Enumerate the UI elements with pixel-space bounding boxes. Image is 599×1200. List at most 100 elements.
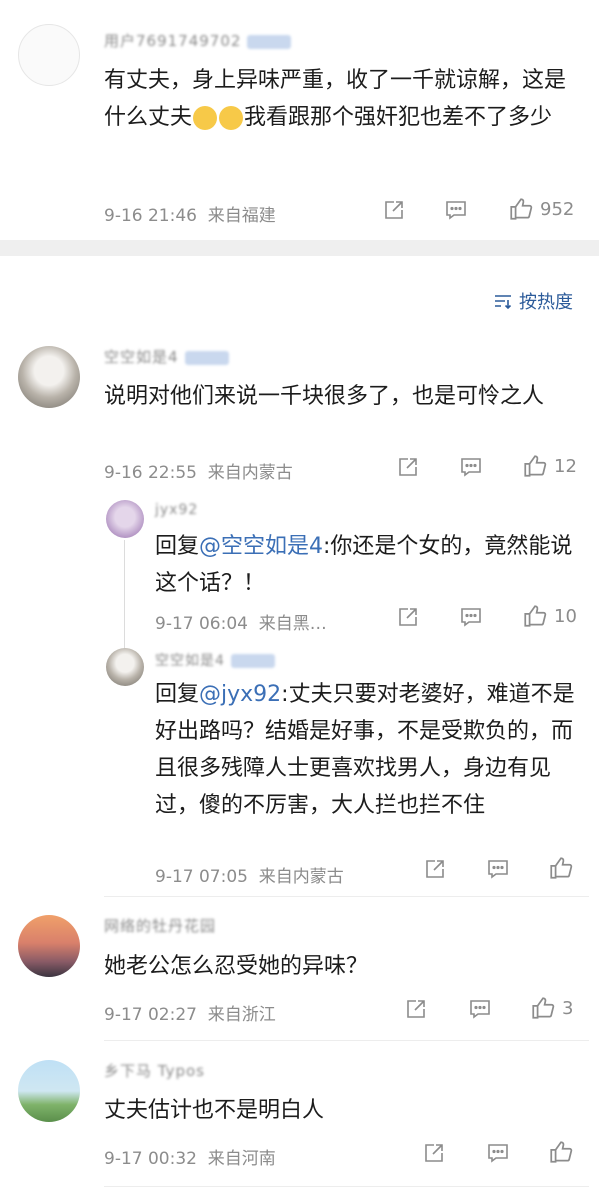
share-button[interactable] — [396, 455, 420, 479]
username-text: jyx92 — [155, 502, 199, 518]
thumbs-up-icon — [550, 1141, 573, 1163]
timestamp: 9-17 07:05 — [155, 867, 248, 887]
comment-icon — [470, 1000, 490, 1019]
location: 来自河南 — [207, 1149, 276, 1169]
like-count: 3 — [562, 997, 574, 1019]
location: 来自内蒙古 — [258, 867, 344, 887]
share-icon — [426, 860, 444, 878]
comment-separator — [104, 1186, 589, 1187]
share-icon — [385, 201, 403, 219]
timestamp: 9-16 22:55 — [104, 463, 197, 483]
avatar[interactable] — [106, 648, 144, 686]
like-button[interactable] — [548, 1139, 580, 1165]
like-button[interactable] — [548, 855, 580, 881]
timestamp: 9-16 21:46 — [104, 206, 197, 226]
share-icon — [407, 1000, 425, 1018]
thumbs-up-icon — [510, 198, 533, 220]
user-badge — [230, 654, 275, 668]
share-icon — [399, 458, 417, 476]
comment-text: 她老公怎么忍受她的异味？ — [104, 954, 369, 979]
comment-separator — [104, 1040, 589, 1041]
sort-label: 按热度 — [519, 292, 573, 313]
username[interactable]: 乡下马 Typos — [104, 1060, 205, 1081]
like-button[interactable]: 952 — [508, 196, 574, 222]
timestamp: 9-17 06:04 — [155, 614, 248, 634]
user-badge — [247, 34, 292, 49]
like-button[interactable]: 12 — [522, 453, 577, 479]
avatar[interactable] — [18, 915, 80, 977]
comment-button[interactable] — [444, 198, 468, 222]
user-badge — [184, 350, 229, 365]
share-button[interactable] — [422, 1141, 446, 1165]
like-button[interactable]: 10 — [522, 603, 577, 629]
location: 来自黑… — [258, 614, 327, 634]
reply-text: 回复@空空如是4:你还是个女的，竟然能说这个话？！ — [155, 528, 575, 602]
username-text: 空空如是4 — [104, 348, 179, 366]
comment-icon — [488, 860, 508, 879]
avatar[interactable] — [18, 1060, 80, 1122]
share-button[interactable] — [423, 857, 447, 881]
username-text: 网络的牡丹花园 — [104, 917, 217, 935]
mention-link[interactable]: @jyx92 — [199, 682, 281, 707]
comment-button[interactable] — [468, 997, 492, 1021]
reply-thread-line — [124, 540, 125, 655]
timestamp: 9-17 02:27 — [104, 1005, 197, 1025]
location: 来自福建 — [207, 206, 276, 226]
username[interactable]: 网络的牡丹花园 — [104, 915, 216, 936]
username-text: 空空如是4 — [155, 653, 225, 669]
username[interactable]: jyx92 — [155, 502, 198, 518]
timestamp: 9-17 00:32 — [104, 1149, 197, 1169]
reply-prefix: 回复 — [155, 534, 200, 559]
like-count: 12 — [554, 455, 577, 477]
avatar[interactable] — [18, 346, 80, 408]
mention-link[interactable]: @空空如是4 — [199, 534, 323, 559]
location: 来自浙江 — [207, 1005, 276, 1025]
reply-text: 回复@jyx92:丈夫只要对老婆好，难道不是好出路吗？结婚是好事，不是受欺负的，… — [155, 676, 583, 824]
share-icon — [399, 608, 417, 626]
share-button[interactable] — [382, 198, 406, 222]
comment-text-part2: 我看跟那个强奸犯也差不了多少 — [244, 105, 553, 130]
comment-meta: 9-16 22:55 来自内蒙古 — [104, 458, 293, 483]
username[interactable]: 空空如是4 — [104, 346, 229, 367]
thumbs-up-icon — [532, 997, 555, 1019]
share-button[interactable] — [396, 605, 420, 629]
sort-icon — [495, 295, 512, 310]
thumbs-up-icon — [524, 455, 547, 477]
share-icon — [425, 1144, 443, 1162]
comment-icon — [446, 201, 466, 220]
comment-icon — [461, 608, 481, 627]
like-count: 952 — [540, 198, 575, 220]
comment-separator — [104, 896, 589, 897]
comment-text: 丈夫估计也不是明白人 — [104, 1098, 325, 1123]
sweat-emoji-icon — [193, 106, 218, 130]
comment-text: 有丈夫，身上异味严重，收了一千就谅解，这是什么丈夫 我看跟那个强奸犯也差不了多少 — [104, 62, 574, 136]
thumbs-up-icon — [524, 605, 547, 627]
avatar[interactable] — [106, 500, 144, 538]
comment-text: 说明对他们来说一千块很多了，也是可怜之人 — [104, 384, 545, 409]
thumbs-up-icon — [550, 857, 573, 879]
comment-button[interactable] — [459, 605, 483, 629]
reply-prefix: 回复 — [155, 682, 200, 707]
like-count: 10 — [554, 605, 577, 627]
comment-meta: 9-17 00:32 来自河南 — [104, 1144, 276, 1169]
username-text: 乡下马 Typos — [104, 1062, 205, 1080]
comment-button[interactable] — [459, 455, 483, 479]
sweat-emoji-icon — [219, 106, 244, 130]
like-button[interactable]: 3 — [530, 995, 573, 1021]
comment-meta: 9-17 02:27 来自浙江 — [104, 1000, 276, 1025]
share-button[interactable] — [404, 997, 428, 1021]
comment-button[interactable] — [486, 857, 510, 881]
comment-icon — [488, 1144, 508, 1163]
comment-icon — [461, 458, 481, 477]
sort-by-hot-button[interactable]: 按热度 — [493, 288, 573, 314]
username[interactable]: 用户7691749702 — [104, 30, 292, 51]
avatar[interactable] — [18, 24, 80, 86]
comment-meta: 9-16 21:46 来自福建 — [104, 201, 276, 226]
username-text: 用户7691749702 — [104, 32, 242, 50]
username[interactable]: 空空如是4 — [155, 650, 275, 670]
section-divider — [0, 240, 599, 256]
location: 来自内蒙古 — [207, 463, 293, 483]
reply-meta: 9-17 06:04 来自黑… — [155, 609, 327, 634]
reply-meta: 9-17 07:05 来自内蒙古 — [155, 862, 344, 887]
comment-button[interactable] — [486, 1141, 510, 1165]
